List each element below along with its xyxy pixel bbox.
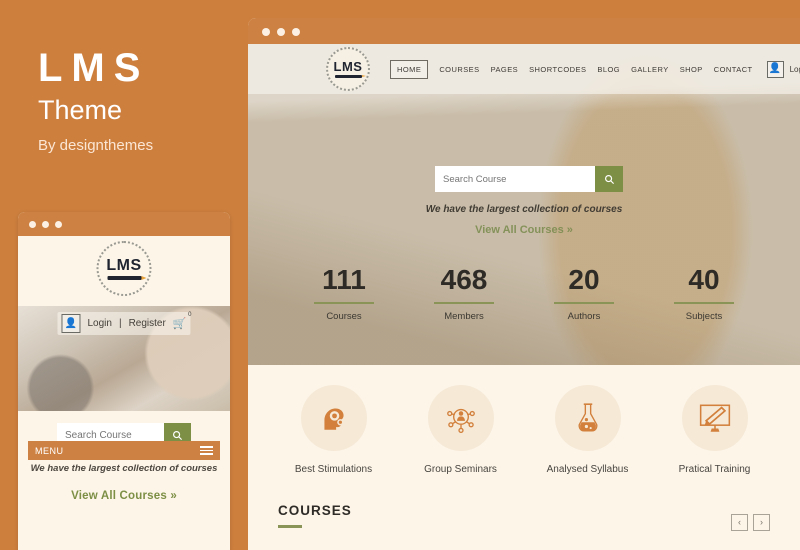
cart-icon[interactable]: 🛒 0	[173, 312, 192, 330]
mobile-auth-row: 👤 Login | Register 🛒 0	[57, 312, 192, 335]
counter-divider	[674, 302, 734, 304]
desktop-login-link[interactable]: Login	[790, 65, 800, 74]
mobile-hero-photo: 👤 Login | Register 🛒 0 MENU	[18, 306, 230, 460]
promo-byline: By designthemes	[38, 137, 154, 154]
nav-item-gallery[interactable]: GALLERY	[631, 65, 669, 74]
minimize-dot-icon[interactable]	[277, 28, 285, 36]
mobile-mockup: LMS 👤 Login | Register 🛒 0 MENU Search C…	[18, 212, 230, 550]
counter-courses: 111 Courses	[294, 266, 394, 322]
counter-value: 111	[322, 264, 366, 295]
courses-section: COURSES ‹ ›	[248, 485, 800, 550]
counter-label: Courses	[326, 311, 362, 322]
promo-subtitle: Theme	[38, 95, 123, 125]
flask-icon	[578, 403, 597, 432]
hero-view-all-courses-link[interactable]: View All Courses »	[248, 224, 800, 236]
pencil-icon	[107, 275, 146, 280]
mobile-browser-chrome-bar	[18, 212, 230, 236]
maximize-dot-icon[interactable]	[292, 28, 300, 36]
courses-heading-underline	[278, 525, 302, 528]
nav-item-blog[interactable]: BLOG	[597, 65, 620, 74]
mobile-register-link[interactable]: Register	[129, 318, 166, 329]
courses-carousel-controls: ‹ ›	[731, 514, 770, 531]
mobile-tagline: We have the largest collection of course…	[30, 463, 218, 474]
desktop-window-controls	[262, 28, 300, 36]
feature-label: Analysed Syllabus	[546, 464, 629, 475]
carousel-next-button[interactable]: ›	[753, 514, 770, 531]
mobile-menu-bar[interactable]: MENU	[28, 441, 220, 460]
hero-search-button[interactable]	[595, 166, 623, 192]
hero-tagline: We have the largest collection of course…	[425, 204, 623, 215]
desktop-hero-section: LMS HOME COURSES PAGES SHORTCODES BLOG G…	[248, 44, 800, 383]
mobile-window-controls	[29, 221, 62, 228]
feature-icon-circle	[427, 385, 494, 451]
courses-heading: COURSES	[278, 503, 352, 518]
minimize-dot-icon[interactable]	[42, 221, 49, 228]
counter-subjects: 40 Subjects	[654, 266, 754, 322]
counter-value: 40	[688, 264, 720, 295]
counter-label: Members	[444, 311, 484, 322]
user-account-icon[interactable]: 👤	[766, 60, 784, 78]
feature-label: Pratical Training	[678, 464, 751, 475]
counter-label: Authors	[567, 311, 601, 322]
close-dot-icon[interactable]	[29, 221, 36, 228]
mobile-login-link[interactable]: Login	[87, 318, 111, 329]
feature-label: Group Seminars	[424, 464, 497, 475]
stats-counters: 111 Courses 468 Members 20 Authors 40 Su…	[248, 266, 800, 322]
hero-search-input[interactable]	[435, 166, 595, 192]
nav-item-shop[interactable]: SHOP	[680, 65, 703, 74]
feature-analysed-syllabus[interactable]: Analysed Syllabus	[532, 385, 644, 475]
nav-item-shortcodes[interactable]: SHORTCODES	[529, 65, 586, 74]
hamburger-menu-icon[interactable]	[200, 446, 213, 455]
mobile-view-all-courses-link[interactable]: View All Courses »	[18, 490, 230, 502]
mobile-menu-label: MENU	[35, 445, 64, 456]
search-icon	[604, 174, 614, 184]
maximize-dot-icon[interactable]	[55, 221, 62, 228]
counter-divider	[434, 302, 494, 304]
nav-item-courses[interactable]: COURSES	[439, 65, 479, 74]
main-navigation: HOME COURSES PAGES SHORTCODES BLOG GALLE…	[390, 59, 753, 79]
counter-value: 468	[440, 264, 488, 295]
feature-icon-circle	[300, 385, 367, 451]
counter-divider	[554, 302, 614, 304]
feature-best-stimulations[interactable]: Best Stimulations	[278, 385, 390, 475]
brain-head-icon	[323, 408, 344, 430]
feature-icon-circle	[681, 385, 748, 451]
mobile-site-logo[interactable]: LMS	[96, 241, 152, 296]
mobile-auth-separator: |	[118, 318, 122, 329]
features-strip: Best Stimulations Group Seminars Analyse…	[248, 365, 800, 485]
counter-value: 20	[568, 264, 600, 295]
network-people-icon	[446, 408, 475, 434]
user-account-icon[interactable]: 👤	[61, 314, 81, 333]
promo-title: LMS	[38, 46, 150, 90]
search-icon	[173, 431, 183, 441]
nav-item-pages[interactable]: PAGES	[491, 65, 519, 74]
desktop-auth-row: 👤 Login | Register 🛒0	[766, 60, 800, 78]
mobile-logo-area: LMS	[18, 236, 230, 306]
cart-count-badge: 0	[188, 312, 192, 318]
desktop-logo-text: LMS	[333, 59, 363, 74]
desktop-browser-chrome-bar	[248, 18, 800, 44]
pencil-icon	[334, 75, 366, 78]
counter-label: Subjects	[685, 311, 723, 322]
nav-item-contact[interactable]: CONTACT	[714, 65, 753, 74]
feature-group-seminars[interactable]: Group Seminars	[405, 385, 517, 475]
desktop-site-logo[interactable]: LMS	[326, 47, 370, 91]
desktop-site-header: LMS HOME COURSES PAGES SHORTCODES BLOG G…	[248, 44, 800, 94]
feature-label: Best Stimulations	[294, 464, 373, 475]
feature-icon-circle	[554, 385, 621, 451]
hero-search-row	[435, 166, 623, 192]
feature-pratical-training[interactable]: Pratical Training	[659, 385, 771, 475]
counter-divider	[314, 302, 374, 304]
counter-authors: 20 Authors	[534, 266, 634, 322]
nav-item-home[interactable]: HOME	[390, 59, 429, 79]
counter-members: 468 Members	[414, 266, 514, 322]
monitor-pen-icon	[699, 404, 730, 432]
mobile-logo-text: LMS	[106, 256, 142, 274]
carousel-prev-button[interactable]: ‹	[731, 514, 748, 531]
close-dot-icon[interactable]	[262, 28, 270, 36]
